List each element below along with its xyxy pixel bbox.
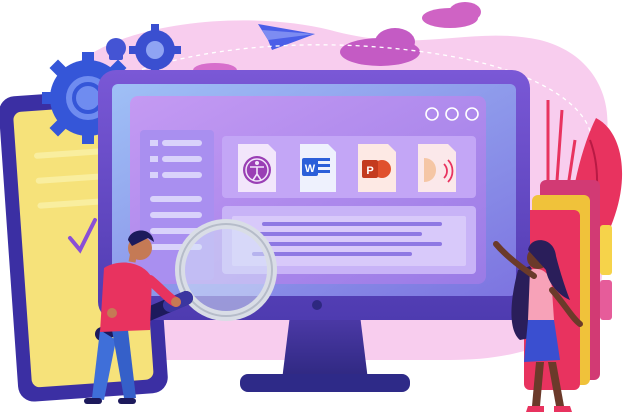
powerpoint-icon-letter: P bbox=[366, 165, 373, 177]
lock-icon bbox=[106, 38, 126, 60]
cloud-top-right bbox=[422, 2, 481, 28]
accessibility-icon[interactable] bbox=[238, 144, 276, 192]
audio-icon[interactable] bbox=[418, 144, 456, 192]
power-button-icon bbox=[312, 300, 322, 310]
word-icon-letter: W bbox=[305, 163, 316, 175]
illustration: W P bbox=[0, 0, 639, 418]
monitor-illustration: W P bbox=[0, 2, 623, 412]
powerpoint-icon[interactable]: P bbox=[358, 144, 396, 192]
word-icon[interactable]: W bbox=[300, 144, 336, 192]
file-row: W P bbox=[222, 136, 476, 198]
